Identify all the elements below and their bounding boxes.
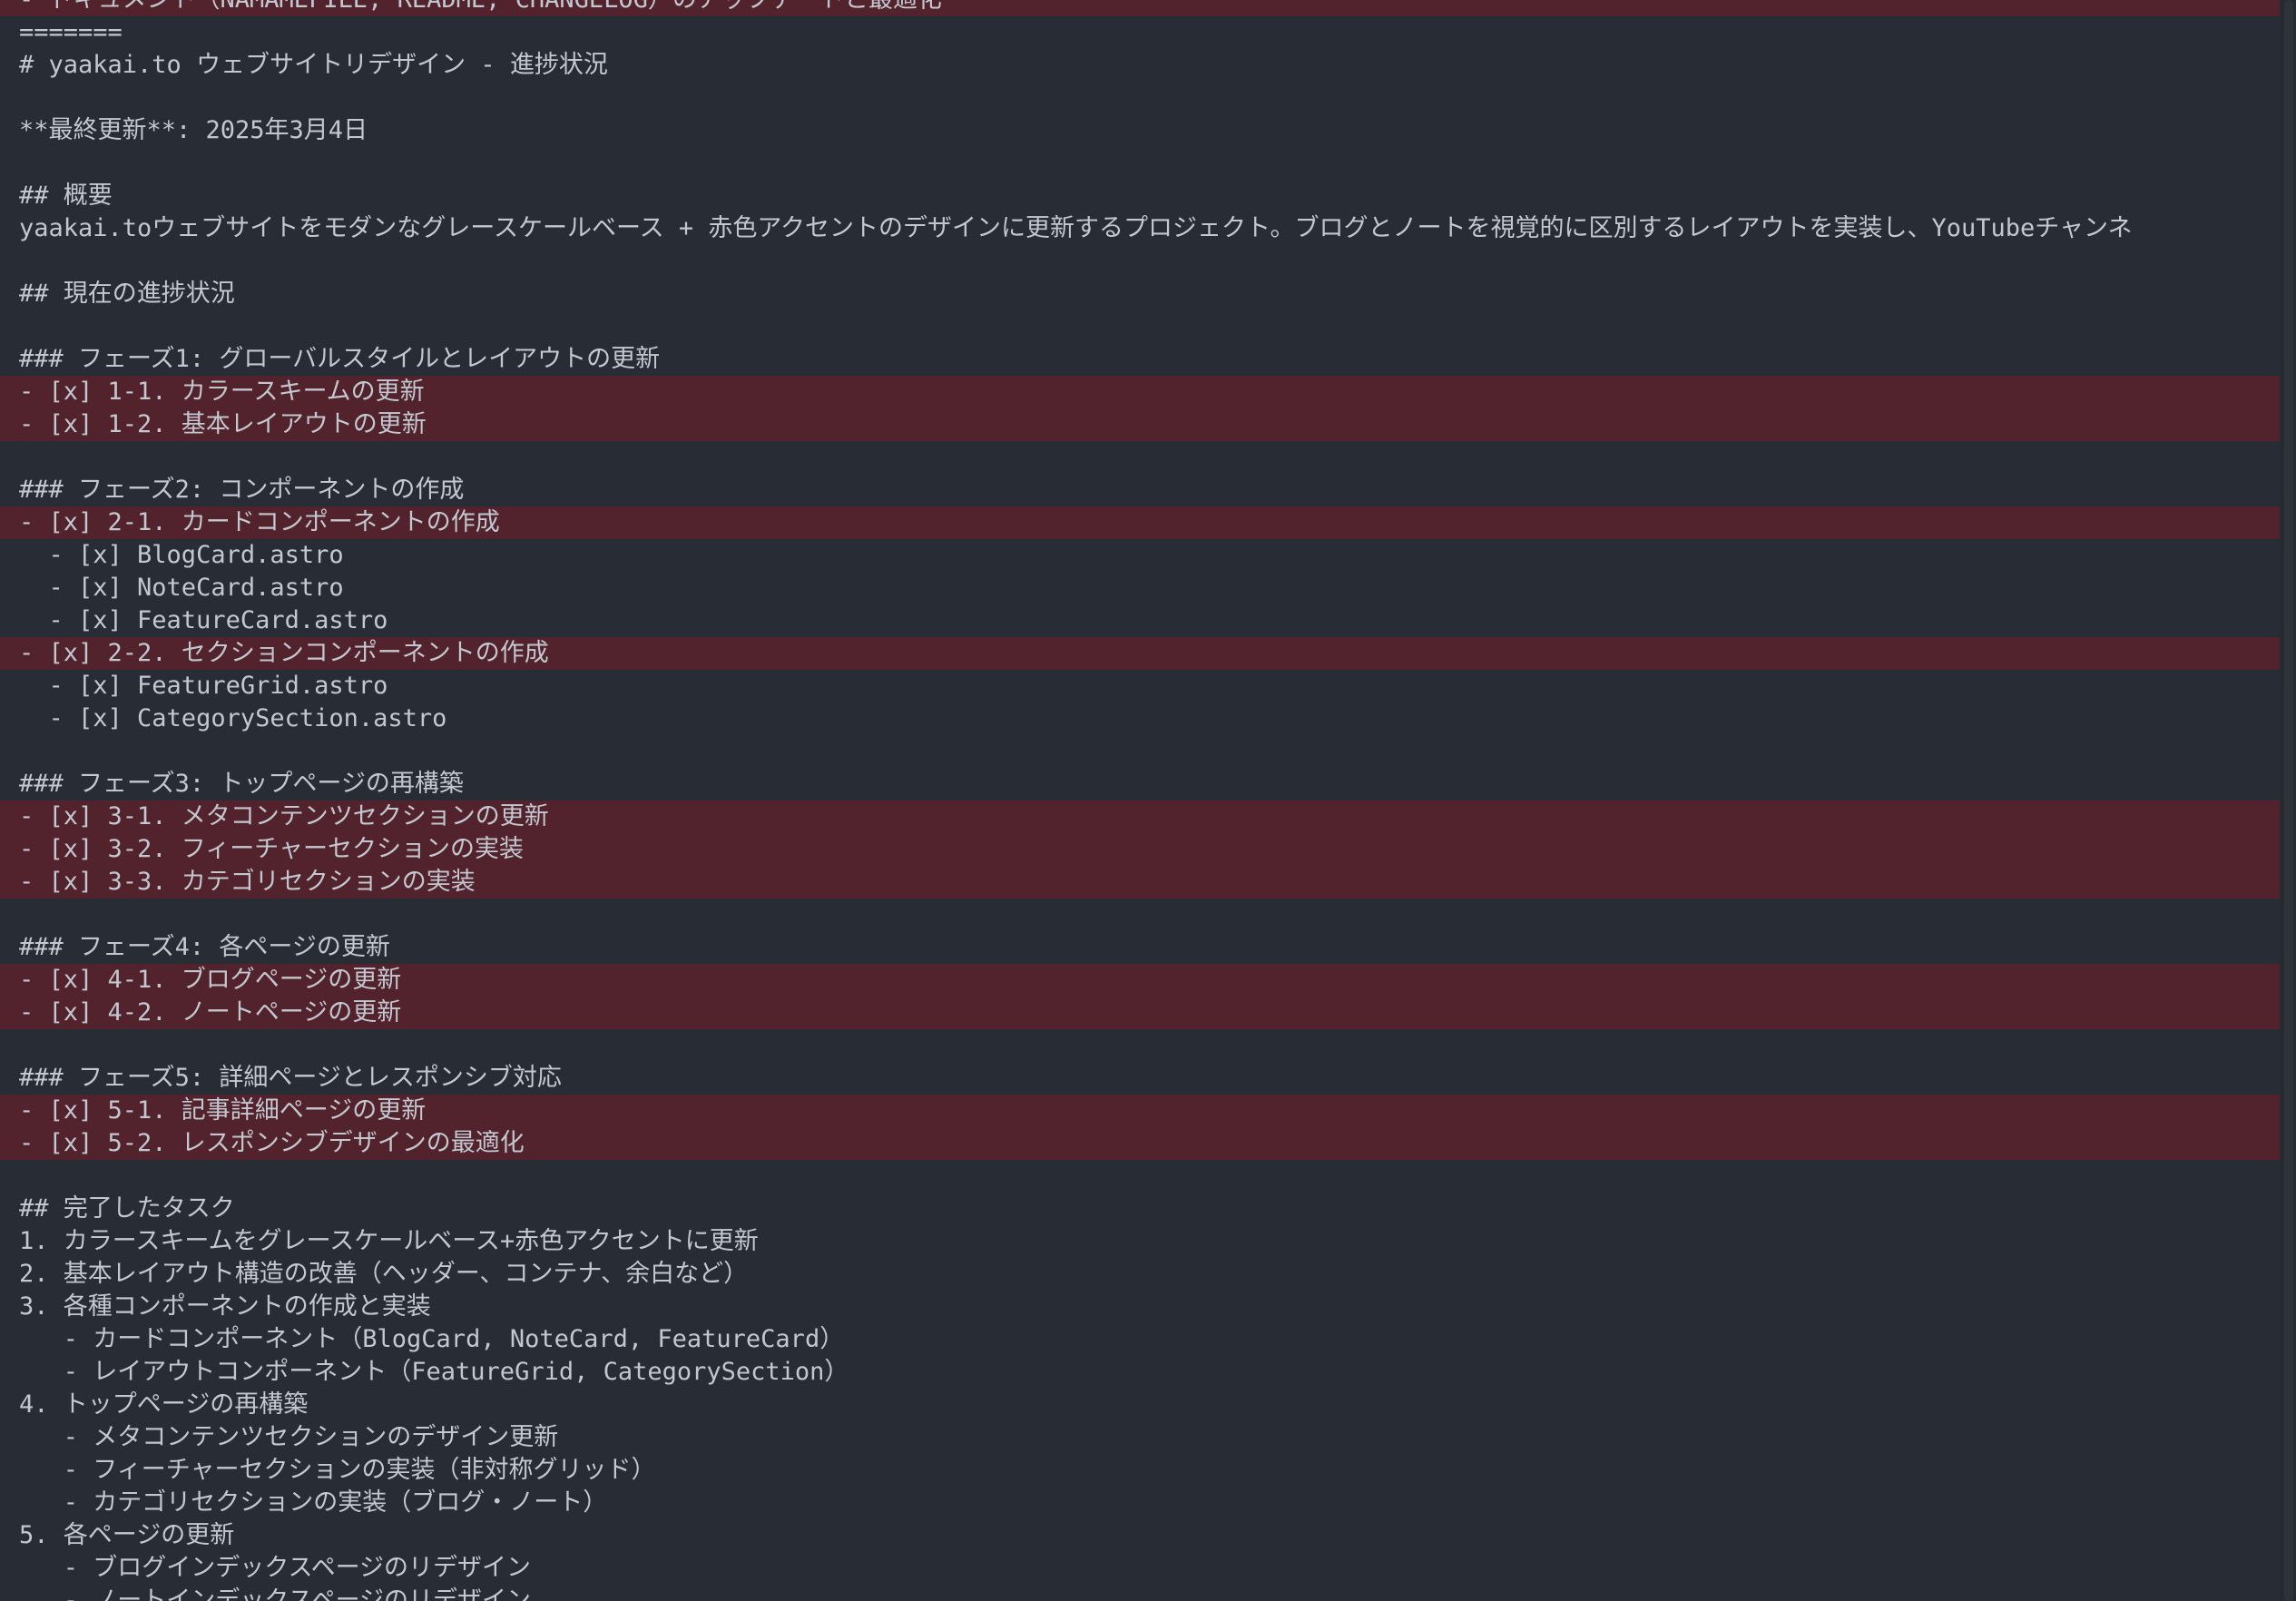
editor-line[interactable]: ### フェーズ2: コンポーネントの作成 (0, 474, 2280, 506)
editor-line[interactable]: ## 概要 (0, 180, 2280, 212)
editor-line[interactable] (0, 1160, 2280, 1193)
editor-line[interactable]: - メタコンテンツセクションのデザイン更新 (0, 1421, 2280, 1454)
editor-line[interactable]: 3. 各種コンポーネントの作成と実装 (0, 1291, 2280, 1323)
highlighted-line[interactable]: - ドキュメント（NAMAMEFILE, README, CHANGELOG）の… (0, 0, 2280, 16)
highlighted-line[interactable]: - [x] 5-2. レスポンシブデザインの最適化 (0, 1127, 2280, 1160)
editor-line[interactable]: yaakai.toウェブサイトをモダンなグレースケールベース + 赤色アクセント… (0, 212, 2280, 245)
vertical-scrollbar[interactable] (2280, 0, 2296, 1601)
editor-line[interactable] (0, 899, 2280, 931)
highlighted-line[interactable]: - [x] 1-1. カラースキームの更新 (0, 376, 2280, 408)
highlighted-line[interactable]: - [x] 1-2. 基本レイアウトの更新 (0, 408, 2280, 441)
editor-line[interactable]: - カテゴリセクションの実装（ブログ・ノート） (0, 1487, 2280, 1519)
editor-line[interactable]: ### フェーズ5: 詳細ページとレスポンシブ対応 (0, 1062, 2280, 1095)
editor-line[interactable]: - [x] BlogCard.astro (0, 539, 2280, 572)
editor-line[interactable]: ======= (0, 16, 2280, 49)
highlighted-line[interactable]: - [x] 3-2. フィーチャーセクションの実装 (0, 833, 2280, 866)
scrollbar-thumb[interactable] (2284, 0, 2293, 1601)
editor-line[interactable]: 2. 基本レイアウト構造の改善（ヘッダー、コンテナ、余白など） (0, 1258, 2280, 1291)
highlighted-line[interactable]: - [x] 4-2. ノートページの更新 (0, 997, 2280, 1029)
editor-line[interactable]: - カードコンポーネント（BlogCard, NoteCard, Feature… (0, 1323, 2280, 1356)
markdown-editor[interactable]: - ドキュメント（NAMAMEFILE, README, CHANGELOG）の… (0, 0, 2296, 1601)
editor-line[interactable] (0, 735, 2280, 768)
highlighted-line[interactable]: - [x] 5-1. 記事詳細ページの更新 (0, 1095, 2280, 1127)
editor-line[interactable]: ### フェーズ4: 各ページの更新 (0, 931, 2280, 964)
editor-line[interactable]: - [x] FeatureCard.astro (0, 604, 2280, 637)
editor-line[interactable] (0, 310, 2280, 343)
editor-line[interactable] (0, 441, 2280, 474)
editor-line[interactable]: - レイアウトコンポーネント（FeatureGrid, CategorySect… (0, 1356, 2280, 1389)
editor-line[interactable]: # yaakai.to ウェブサイトリデザイン - 進捗状況 (0, 49, 2280, 82)
editor-line[interactable]: **最終更新**: 2025年3月4日 (0, 114, 2280, 147)
editor-line[interactable]: ### フェーズ3: トップページの再構築 (0, 768, 2280, 800)
editor-line[interactable]: ## 完了したタスク (0, 1193, 2280, 1225)
editor-line[interactable]: ### フェーズ1: グローバルスタイルとレイアウトの更新 (0, 343, 2280, 376)
editor-line[interactable] (0, 147, 2280, 180)
editor-line[interactable]: - フィーチャーセクションの実装（非対称グリッド） (0, 1454, 2280, 1487)
editor-line[interactable]: ## 現在の進捗状況 (0, 278, 2280, 310)
editor-line[interactable]: - ノートインデックスページのリデザイン (0, 1585, 2280, 1601)
editor-line[interactable] (0, 82, 2280, 114)
highlighted-line[interactable]: - [x] 3-3. カテゴリセクションの実装 (0, 866, 2280, 899)
highlighted-line[interactable]: - [x] 3-1. メタコンテンツセクションの更新 (0, 800, 2280, 833)
highlighted-line[interactable]: - [x] 2-2. セクションコンポーネントの作成 (0, 637, 2280, 670)
highlighted-line[interactable]: - [x] 4-1. ブログページの更新 (0, 964, 2280, 997)
editor-line[interactable]: 5. 各ページの更新 (0, 1519, 2280, 1552)
editor-line[interactable] (0, 1029, 2280, 1062)
editor-line[interactable]: 4. トップページの再構築 (0, 1389, 2280, 1421)
highlighted-line[interactable]: - [x] 2-1. カードコンポーネントの作成 (0, 506, 2280, 539)
editor-line[interactable] (0, 245, 2280, 278)
editor-line[interactable]: - ブログインデックスページのリデザイン (0, 1552, 2280, 1585)
editor-line[interactable]: 1. カラースキームをグレースケールベース+赤色アクセントに更新 (0, 1225, 2280, 1258)
editor-lines[interactable]: - ドキュメント（NAMAMEFILE, README, CHANGELOG）の… (0, 0, 2280, 1601)
editor-line[interactable]: - [x] FeatureGrid.astro (0, 670, 2280, 702)
editor-line[interactable]: - [x] NoteCard.astro (0, 572, 2280, 604)
editor-line[interactable]: - [x] CategorySection.astro (0, 702, 2280, 735)
